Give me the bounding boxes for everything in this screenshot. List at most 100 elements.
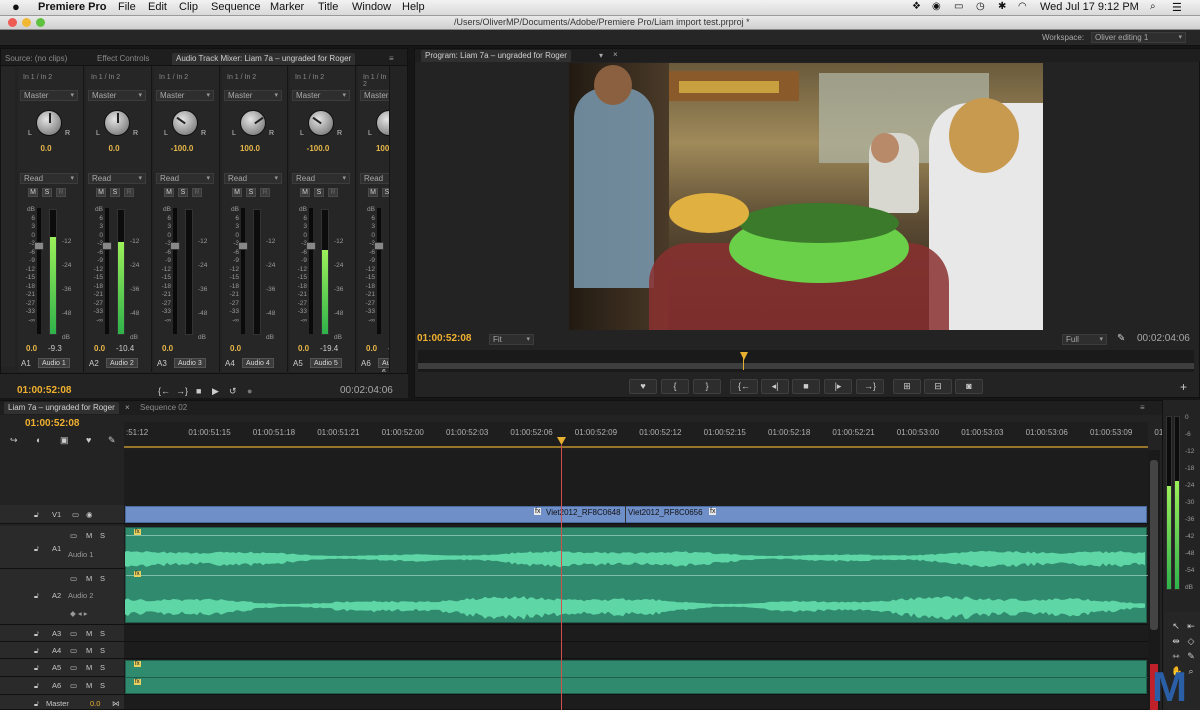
panel-menu-icon[interactable]: ≡ — [389, 54, 394, 63]
program-timecode[interactable]: 01:00:52:08 — [417, 333, 471, 344]
record-button[interactable]: R — [260, 188, 270, 197]
a2-keyframe-icon[interactable]: ◆ ◂ ▸ — [70, 609, 87, 618]
fader-level-value[interactable]: 0.0 — [298, 344, 309, 353]
tab-audio-track-mixer[interactable]: Audio Track Mixer: Liam 7a – ungraded fo… — [172, 53, 356, 65]
a2-label[interactable]: A2 — [52, 591, 61, 600]
a3-toggle-icon[interactable]: ▭ — [70, 629, 77, 638]
track-name[interactable]: Audio 5 — [310, 358, 342, 368]
ripple-edit-tool-icon[interactable]: ⇹ — [1171, 636, 1181, 646]
spotlight-icon[interactable]: ⌕ — [1150, 1, 1156, 12]
pan-knob[interactable] — [36, 110, 62, 136]
pan-value[interactable]: -100.0 — [303, 144, 333, 153]
automation-mode-dropdown[interactable]: Read — [292, 173, 350, 184]
tab-effect-controls[interactable]: Effect Controls — [93, 53, 153, 65]
a3-label[interactable]: A3 — [52, 629, 61, 638]
track-name[interactable]: Audio 2 — [106, 358, 138, 368]
notification-icon[interactable]: ☰ — [1172, 1, 1182, 14]
volume-fader[interactable] — [374, 208, 384, 334]
a5-mute-button[interactable]: M — [86, 663, 92, 672]
record-button[interactable]: R — [124, 188, 134, 197]
apple-icon[interactable]: ● — [12, 0, 20, 14]
mute-button[interactable]: M — [164, 188, 174, 197]
record-button[interactable]: R — [192, 188, 202, 197]
fader-level-value[interactable]: 0.0 — [26, 344, 37, 353]
timeline-timecode[interactable]: 01:00:52:08 — [25, 418, 79, 429]
extract-button[interactable]: ⊟ — [924, 379, 952, 394]
v1-label[interactable]: V1 — [52, 510, 61, 519]
minimize-window-button[interactable] — [22, 18, 31, 27]
solo-button[interactable]: S — [42, 188, 52, 197]
menu-edit[interactable]: Edit — [148, 1, 167, 13]
automation-mode-dropdown[interactable]: Read — [20, 173, 78, 184]
volume-fader[interactable] — [102, 208, 112, 334]
mixer-timecode[interactable]: 01:00:52:08 — [17, 385, 71, 396]
solo-button[interactable]: S — [382, 188, 389, 197]
a1-mute-button[interactable]: M — [86, 531, 92, 540]
quality-dropdown[interactable]: Full — [1062, 334, 1107, 345]
volume-fader[interactable] — [306, 208, 316, 334]
volume-fader[interactable] — [170, 208, 180, 334]
pan-value[interactable]: 0.0 — [31, 144, 61, 153]
automation-mode-dropdown[interactable]: Read — [360, 173, 389, 184]
go-to-in-button[interactable]: {← — [730, 379, 758, 394]
zoom-dropdown[interactable]: Fit — [489, 334, 534, 345]
video-frame[interactable] — [569, 63, 1043, 330]
output-dropdown[interactable]: Master — [88, 90, 146, 101]
track-name[interactable]: Audio 1 — [38, 358, 70, 368]
a2-lock-icon[interactable]: 🔓︎ — [34, 591, 39, 601]
master-lock-icon[interactable]: 🔓︎ — [34, 699, 39, 709]
app-menu[interactable]: Premiere Pro — [38, 1, 106, 13]
fader-level-value[interactable]: 0.0 — [94, 344, 105, 353]
a6-label[interactable]: A6 — [52, 681, 61, 690]
menu-help[interactable]: Help — [402, 1, 425, 13]
a1-lock-icon[interactable]: 🔓︎ — [34, 544, 39, 554]
a6-lock-icon[interactable]: 🔓︎ — [34, 681, 39, 691]
status-icon[interactable]: ◉ — [932, 1, 941, 12]
play-icon[interactable]: ▶ — [212, 386, 219, 397]
automation-mode-dropdown[interactable]: Read — [88, 173, 146, 184]
solo-button[interactable]: S — [314, 188, 324, 197]
menu-file[interactable]: File — [118, 1, 136, 13]
a4-solo-button[interactable]: S — [100, 646, 105, 655]
pan-value[interactable]: 0.0 — [99, 144, 129, 153]
add-marker-icon[interactable]: ♥ — [86, 435, 91, 445]
go-to-out-button[interactable]: →} — [856, 379, 884, 394]
a4-toggle-icon[interactable]: ▭ — [70, 646, 77, 655]
a4-label[interactable]: A4 — [52, 646, 61, 655]
fader-level-value[interactable]: 0.0 — [230, 344, 241, 353]
button-editor-icon[interactable]: + — [1180, 380, 1187, 394]
a1-label[interactable]: A1 — [52, 544, 61, 553]
tab-source[interactable]: Source: (no clips) — [1, 53, 71, 65]
bluetooth-icon[interactable]: ✱ — [998, 1, 1006, 12]
mute-button[interactable]: M — [232, 188, 242, 197]
goto-in-icon[interactable]: {← — [158, 386, 170, 396]
pan-knob[interactable] — [376, 110, 389, 136]
v1-eye-icon[interactable]: ◉ — [86, 510, 93, 519]
a4-mute-button[interactable]: M — [86, 646, 92, 655]
a4-lock-icon[interactable]: 🔓︎ — [34, 646, 39, 656]
a2-toggle-icon[interactable]: ▭ — [70, 574, 77, 583]
menu-window[interactable]: Window — [352, 1, 391, 13]
snap-icon[interactable]: ◐ — [36, 435, 41, 445]
a5-solo-button[interactable]: S — [100, 663, 105, 672]
a6-mute-button[interactable]: M — [86, 681, 92, 690]
output-dropdown[interactable]: Master — [156, 90, 214, 101]
mute-button[interactable]: M — [300, 188, 310, 197]
step-back-button[interactable]: ◂| — [761, 379, 789, 394]
master-label[interactable]: Master — [46, 699, 69, 708]
airplay-icon[interactable]: ▭ — [954, 1, 963, 12]
a5-lock-icon[interactable]: 🔓︎ — [34, 663, 39, 673]
menu-clip[interactable]: Clip — [179, 1, 198, 13]
timeline-settings-icon[interactable]: ✎ — [108, 435, 116, 446]
a6-solo-button[interactable]: S — [100, 681, 105, 690]
program-scrubber[interactable] — [418, 350, 1194, 372]
output-dropdown[interactable]: Master — [292, 90, 350, 101]
pan-knob[interactable] — [240, 110, 266, 136]
a5-label[interactable]: A5 — [52, 663, 61, 672]
timeline-menu-icon[interactable]: ≡ — [1140, 403, 1145, 412]
track-name[interactable]: Audio 3 — [174, 358, 206, 368]
zoom-window-button[interactable] — [36, 18, 45, 27]
a1-toggle-icon[interactable]: ▭ — [70, 531, 77, 540]
track-select-tool-icon[interactable]: ⇤ — [1186, 621, 1196, 631]
workspace-dropdown[interactable]: Oliver editing 1 — [1091, 32, 1186, 43]
